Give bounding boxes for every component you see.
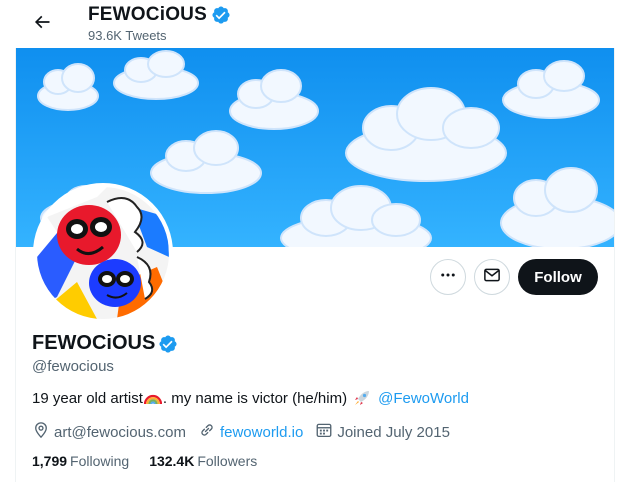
profile-meta: art@fewocious.com fewoworld.io Joined Ju… (32, 421, 462, 443)
meta-website: fewoworld.io (198, 421, 303, 443)
meta-joined: Joined July 2015 (315, 421, 450, 443)
avatar-artwork (37, 187, 169, 319)
location-text: art@fewocious.com (54, 423, 186, 441)
calendar-icon (315, 421, 337, 443)
bio-text-continued: . my name is victor (he/him) (162, 389, 348, 407)
header-title: FEWOCiOUS (88, 4, 207, 25)
profile-stats: 1,799 Following 132.4K Followers (32, 453, 277, 469)
rocket-emoji (353, 389, 371, 407)
rainbow-emoji (143, 389, 162, 407)
more-dots-icon (439, 266, 457, 289)
meta-location: art@fewocious.com (32, 421, 186, 443)
more-button[interactable] (430, 259, 466, 295)
verified-badge-icon (211, 5, 231, 25)
following-count: 1,799 (32, 453, 68, 469)
verified-badge-icon (158, 334, 178, 354)
profile-name: FEWOCiOUS (32, 332, 156, 354)
link-icon (198, 421, 220, 443)
profile-name-row: FEWOCiOUS (32, 332, 178, 355)
followers-link[interactable]: 132.4K Followers (149, 453, 257, 469)
header-title-row: FEWOCiOUS (88, 4, 231, 26)
followers-count: 132.4K (149, 453, 195, 469)
following-label: Following (70, 453, 130, 469)
followers-label: Followers (197, 453, 258, 469)
envelope-icon (483, 266, 501, 289)
tweet-count: 93.6K Tweets (88, 28, 167, 43)
bio-mention-link[interactable]: @FewoWorld (378, 390, 469, 407)
avatar[interactable] (33, 183, 173, 323)
back-button[interactable] (26, 8, 58, 40)
profile-bio: 19 year old artist . my name is victor (… (32, 389, 469, 407)
column-border-right (614, 48, 615, 482)
follow-button[interactable]: Follow (518, 259, 598, 295)
arrow-left-icon (32, 12, 52, 37)
profile-header-bar: FEWOCiOUS 93.6K Tweets (0, 0, 626, 48)
website-link[interactable]: fewoworld.io (220, 424, 303, 441)
following-link[interactable]: 1,799 Following (32, 453, 129, 469)
joined-text: Joined July 2015 (337, 423, 450, 441)
message-button[interactable] (474, 259, 510, 295)
profile-handle: @fewocious (32, 358, 114, 375)
location-pin-icon (32, 421, 54, 443)
bio-text: 19 year old artist (32, 389, 143, 407)
